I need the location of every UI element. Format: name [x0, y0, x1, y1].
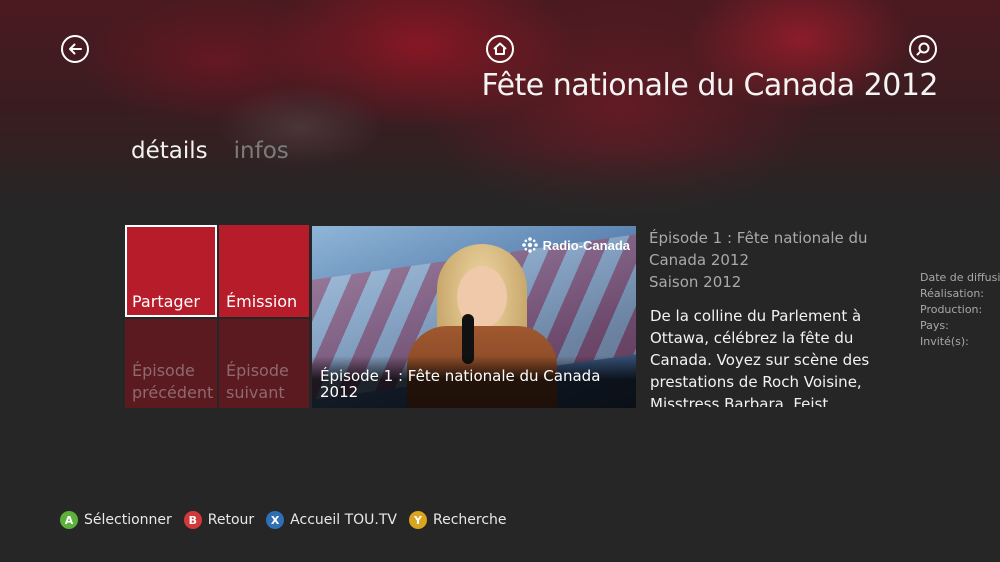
home-icon: [493, 42, 507, 55]
show-label: Émission: [226, 292, 298, 311]
hint-search: Y Recherche: [409, 511, 507, 529]
hint-home-label: Accueil TOU.TV: [290, 512, 398, 528]
share-tile[interactable]: Partager: [125, 225, 217, 317]
back-button[interactable]: [61, 35, 89, 63]
video-thumbnail[interactable]: Radio-Canada Épisode 1 : Fête nationale …: [312, 226, 636, 408]
home-button[interactable]: [486, 35, 514, 63]
meta-broadcast-date: Date de diffusion:: [920, 271, 1000, 284]
meta-guests: Invité(s):: [920, 335, 969, 348]
show-tile[interactable]: Émission: [219, 225, 309, 317]
share-label: Partager: [132, 292, 200, 311]
next-episode-tile[interactable]: Épisode suivant: [219, 319, 309, 408]
hint-back: B Retour: [183, 511, 255, 529]
meta-production: Production:: [920, 303, 983, 316]
hint-search-label: Recherche: [433, 512, 507, 528]
tab-infos[interactable]: infos: [234, 138, 289, 164]
previous-episode-label: Épisode précédent: [132, 361, 214, 402]
controller-hints: A Sélectionner B Retour X Accueil TOU.TV…: [60, 511, 507, 529]
hint-select: A Sélectionner: [60, 511, 172, 529]
metadata-list: Date de diffusion: Réalisation: Producti…: [920, 270, 1000, 350]
meta-country: Pays:: [920, 319, 949, 332]
hint-back-label: Retour: [207, 512, 255, 528]
next-episode-label: Épisode suivant: [226, 361, 289, 402]
back-arrow-icon: [69, 43, 82, 55]
radio-canada-gem-icon: [521, 237, 538, 253]
b-button-icon: B: [183, 511, 202, 529]
episode-description: De la colline du Parlement à Ottawa, cél…: [650, 307, 870, 407]
search-button[interactable]: [909, 35, 937, 63]
video-caption: Épisode 1 : Fête nationale du Canada 201…: [312, 356, 636, 408]
x-button-icon: X: [266, 511, 285, 529]
radio-canada-logo: Radio-Canada: [521, 236, 630, 254]
pivot-tabs: détails infos: [131, 138, 289, 164]
search-icon: [916, 42, 930, 56]
episode-season: Saison 2012: [649, 273, 742, 291]
brand-label: Radio-Canada: [542, 237, 630, 253]
previous-episode-tile[interactable]: Épisode précédent: [125, 319, 217, 408]
tab-details[interactable]: détails: [131, 138, 208, 164]
page-title: Fête nationale du Canada 2012: [481, 68, 938, 103]
meta-director: Réalisation:: [920, 287, 985, 300]
hint-select-label: Sélectionner: [84, 512, 172, 528]
a-button-icon: A: [60, 511, 78, 529]
hint-home: X Accueil TOU.TV: [266, 511, 397, 529]
episode-title: Épisode 1 : Fête nationale du Canada 201…: [649, 229, 868, 269]
episode-heading: Épisode 1 : Fête nationale du Canada 201…: [649, 227, 879, 293]
y-button-icon: Y: [409, 511, 428, 529]
